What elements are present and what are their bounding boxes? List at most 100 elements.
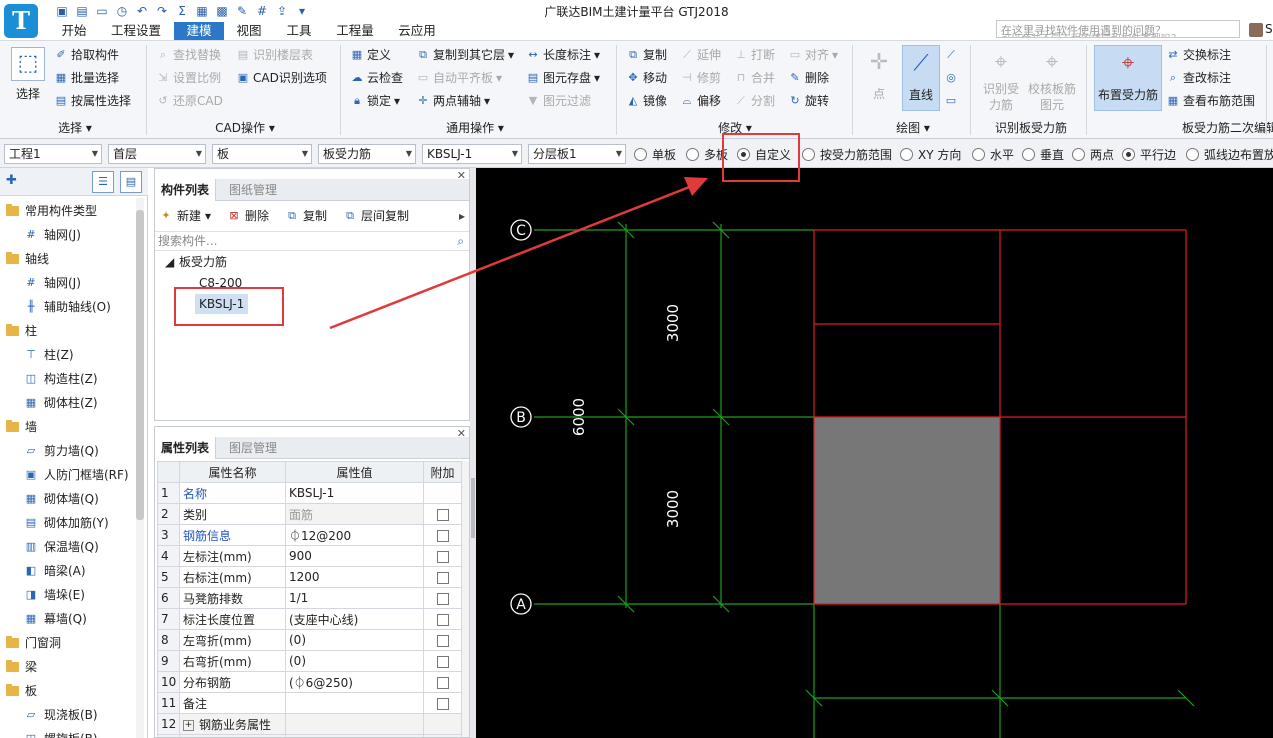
split-button[interactable]: ⟋ 分割: [734, 91, 775, 111]
property-value[interactable]: (0): [285, 650, 424, 672]
property-row[interactable]: 8 左弯折(mm) (0): [157, 629, 462, 651]
trim-button[interactable]: ⊣ 修剪: [680, 68, 721, 88]
tab-drawing-management[interactable]: 图纸管理: [223, 179, 283, 201]
expand-icon[interactable]: +: [183, 719, 194, 731]
add-type-icon[interactable]: ✚: [6, 173, 17, 188]
component-search-input[interactable]: 搜索构件... ⌕: [155, 231, 469, 251]
select-button[interactable]: ⬚ 选择: [8, 47, 48, 102]
radio-by-rebar-range[interactable]: 按受力筋范围: [802, 146, 892, 162]
radio-horizontal[interactable]: 水平: [972, 146, 1014, 162]
check-label-button[interactable]: ⌕ 查改标注: [1166, 68, 1231, 88]
swap-label-button[interactable]: ⇄ 交换标注: [1166, 45, 1231, 65]
list-view-icon[interactable]: ☰: [92, 171, 114, 193]
copy-between-floors-button[interactable]: ⧉ 层间复制: [343, 207, 409, 225]
radio-xy-direction[interactable]: XY 方向: [900, 146, 961, 162]
property-row[interactable]: 9 右弯折(mm) (0): [157, 650, 462, 672]
property-row[interactable]: 4 左标注(mm) 900: [157, 545, 462, 567]
tab-quantity[interactable]: 工程量: [330, 22, 380, 40]
extra-checkbox[interactable]: [436, 655, 449, 668]
selected-slab-fill[interactable]: [814, 417, 1000, 604]
property-row[interactable]: 21+显示样式: [157, 734, 462, 737]
align-button[interactable]: ▭ 对齐 ▾: [788, 45, 838, 65]
property-value[interactable]: ⏀12@200: [285, 524, 424, 546]
break-button[interactable]: ⊥ 打断: [734, 45, 775, 65]
auto-level-slab-button[interactable]: ▭ 自动平齐板 ▾: [416, 68, 502, 88]
property-row[interactable]: 11 备注: [157, 692, 462, 714]
property-row[interactable]: 10 分布钢筋 (⏀6@250): [157, 671, 462, 693]
property-row[interactable]: 1 名称 KBSLJ-1: [157, 482, 462, 504]
draw-circle-button[interactable]: ◎: [944, 68, 958, 88]
cloud-check-button[interactable]: ☁ 云检查: [350, 68, 404, 88]
property-row[interactable]: 7 标注长度位置 (支座中心线): [157, 608, 462, 630]
tab-property-list[interactable]: 属性列表: [155, 437, 217, 459]
group-draw-label[interactable]: 绘图 ▾: [878, 119, 948, 136]
copy-component-button[interactable]: ⧉ 复制: [285, 207, 327, 225]
tree-item[interactable]: # 轴网(J): [24, 224, 81, 246]
extend-button[interactable]: ⟋ 延伸: [680, 45, 721, 65]
scrollbar-track[interactable]: [462, 461, 469, 737]
select-by-attr-button[interactable]: ▤ 按属性选择: [54, 91, 131, 111]
copy-to-other-floor-button[interactable]: ⧉ 复制到其它层 ▾: [416, 45, 514, 65]
tab-modeling[interactable]: 建模: [174, 22, 224, 40]
layer-slab-combo[interactable]: 分层板1 ▼: [528, 144, 626, 164]
extra-checkbox[interactable]: [436, 550, 449, 563]
batch-select-button[interactable]: ▦ 批量选择: [54, 68, 119, 88]
two-point-axis-button[interactable]: ✛ 两点辅轴 ▾: [416, 91, 490, 111]
scrollbar-thumb[interactable]: [136, 210, 144, 520]
view-rebar-range-button[interactable]: ▦ 查看布筋范围: [1166, 91, 1255, 111]
tree-group[interactable]: 门窗洞: [6, 632, 61, 654]
project-combo[interactable]: 工程1 ▼: [4, 144, 102, 164]
property-value[interactable]: [285, 692, 424, 714]
draw-point-button[interactable]: ✛ 点: [862, 47, 896, 102]
identify-rebar-button[interactable]: ⌖ 识别受力筋: [976, 47, 1026, 113]
copy-button[interactable]: ⧉ 复制: [626, 45, 667, 65]
save-element-button[interactable]: ▤ 图元存盘 ▾: [526, 68, 600, 88]
radio-parallel-edge[interactable]: 平行边: [1122, 146, 1176, 162]
tree-item[interactable]: ▣ 人防门框墙(RF): [24, 464, 129, 486]
merge-button[interactable]: ⊓ 合并: [734, 68, 775, 88]
component-combo[interactable]: KBSLJ-1 ▼: [422, 144, 522, 164]
tree-item[interactable]: ◫ 螺旋板(B): [24, 728, 98, 738]
tab-start[interactable]: 开始: [52, 22, 96, 40]
tree-item[interactable]: ╫ 辅助轴线(O): [24, 296, 111, 318]
property-value[interactable]: (⏀6@250): [285, 671, 424, 693]
property-value[interactable]: (0): [285, 629, 424, 651]
extra-checkbox[interactable]: [436, 676, 449, 689]
property-value[interactable]: 900: [285, 545, 424, 567]
offset-button[interactable]: ⌓ 偏移: [680, 91, 721, 111]
tab-tools[interactable]: 工具: [280, 22, 318, 40]
extra-checkbox[interactable]: [436, 613, 449, 626]
tree-item[interactable]: ▱ 现浇板(B): [24, 704, 98, 726]
property-value[interactable]: 1/1: [285, 587, 424, 609]
tree-item[interactable]: ◫ 构造柱(Z): [24, 368, 98, 390]
extra-checkbox[interactable]: [436, 571, 449, 584]
property-row[interactable]: 6 马凳筋排数 1/1: [157, 587, 462, 609]
draw-rect-button[interactable]: ▭: [944, 91, 958, 111]
tab-project-settings[interactable]: 工程设置: [104, 22, 168, 40]
floor-combo[interactable]: 首层 ▼: [108, 144, 206, 164]
more-actions-icon[interactable]: ▸: [459, 207, 465, 225]
extra-checkbox[interactable]: [436, 634, 449, 647]
radio-vertical[interactable]: 垂直: [1022, 146, 1064, 162]
tree-group[interactable]: 常用构件类型: [6, 200, 97, 222]
drawing-canvas[interactable]: C B A 3000 3000 6000: [476, 168, 1273, 738]
property-value[interactable]: 1200: [285, 566, 424, 588]
pick-component-button[interactable]: ✐ 拾取构件: [54, 45, 119, 65]
tree-group[interactable]: 轴线: [6, 248, 49, 270]
move-button[interactable]: ✥ 移动: [626, 68, 667, 88]
new-component-button[interactable]: ✦ 新建 ▾: [159, 207, 211, 225]
property-value[interactable]: KBSLJ-1: [285, 482, 424, 504]
extra-checkbox[interactable]: [436, 529, 449, 542]
property-row[interactable]: 2 类别 面筋: [157, 503, 462, 525]
card-view-icon[interactable]: ▤: [120, 171, 142, 193]
tree-item[interactable]: ▥ 保温墙(Q): [24, 536, 99, 558]
radio-single-slab[interactable]: 单板: [634, 146, 676, 162]
element-filter-button[interactable]: ▼ 图元过滤: [526, 91, 591, 111]
extra-checkbox[interactable]: [436, 697, 449, 710]
tree-item[interactable]: ◨ 墙垛(E): [24, 584, 85, 606]
tree-toggle-icon[interactable]: ◢: [165, 252, 174, 272]
tree-group[interactable]: 柱: [6, 320, 37, 342]
identify-floor-table-button[interactable]: ▤ 识别楼层表: [236, 45, 313, 65]
cad-options-button[interactable]: ▣ CAD识别选项: [236, 68, 327, 88]
check-rebar-button[interactable]: ⌖ 校核板筋图元: [1026, 47, 1078, 113]
